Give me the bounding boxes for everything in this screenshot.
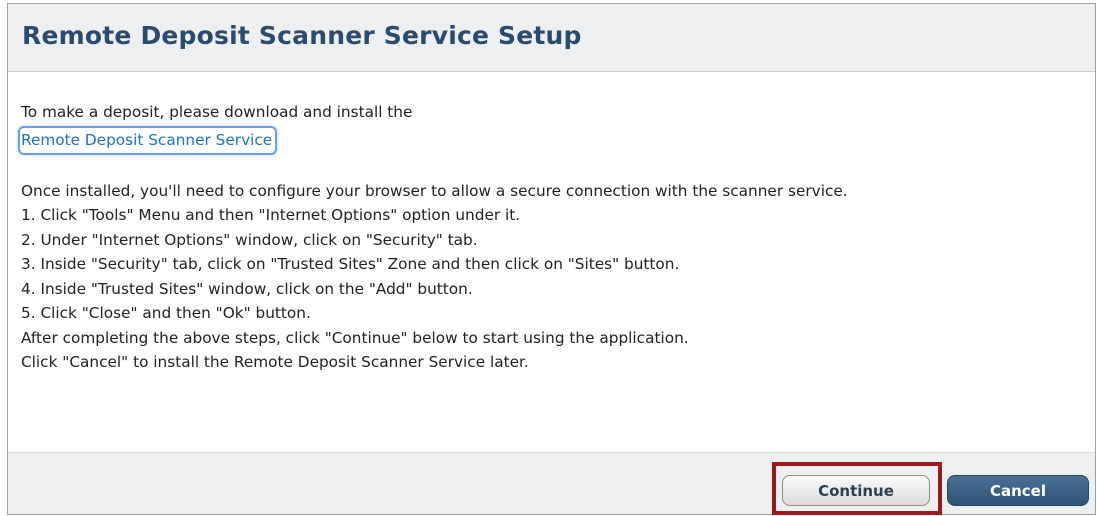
instruction-step-3: 3. Inside "Security" tab, click on "Trus… bbox=[21, 255, 680, 273]
continue-button[interactable]: Continue bbox=[782, 475, 930, 506]
scanner-setup-dialog: Remote Deposit Scanner Service Setup To … bbox=[7, 3, 1096, 515]
dialog-footer: Continue Cancel bbox=[8, 452, 1095, 515]
dialog-body: To make a deposit, please download and i… bbox=[18, 100, 1085, 375]
dialog-title: Remote Deposit Scanner Service Setup bbox=[22, 21, 582, 50]
instruction-cancel-note: Click "Cancel" to install the Remote Dep… bbox=[21, 353, 529, 371]
instruction-step-5: 5. Click "Close" and then "Ok" button. bbox=[21, 304, 311, 322]
instruction-step-1: 1. Click "Tools" Menu and then "Internet… bbox=[21, 206, 521, 224]
instruction-step-2: 2. Under "Internet Options" window, clic… bbox=[21, 230, 478, 249]
download-link-wrapper: Remote Deposit Scanner Service bbox=[18, 125, 1085, 155]
instruction-continue-note: After completing the above steps, click … bbox=[21, 328, 689, 347]
instruction-line: Once installed, you'll need to configure… bbox=[21, 181, 848, 200]
instruction-step-4: 4. Inside "Trusted Sites" window, click … bbox=[21, 279, 473, 298]
cancel-button[interactable]: Cancel bbox=[947, 475, 1089, 506]
download-scanner-service-link[interactable]: Remote Deposit Scanner Service bbox=[18, 125, 278, 155]
intro-text: To make a deposit, please download and i… bbox=[21, 103, 413, 121]
dialog-header: Remote Deposit Scanner Service Setup bbox=[8, 4, 1095, 72]
